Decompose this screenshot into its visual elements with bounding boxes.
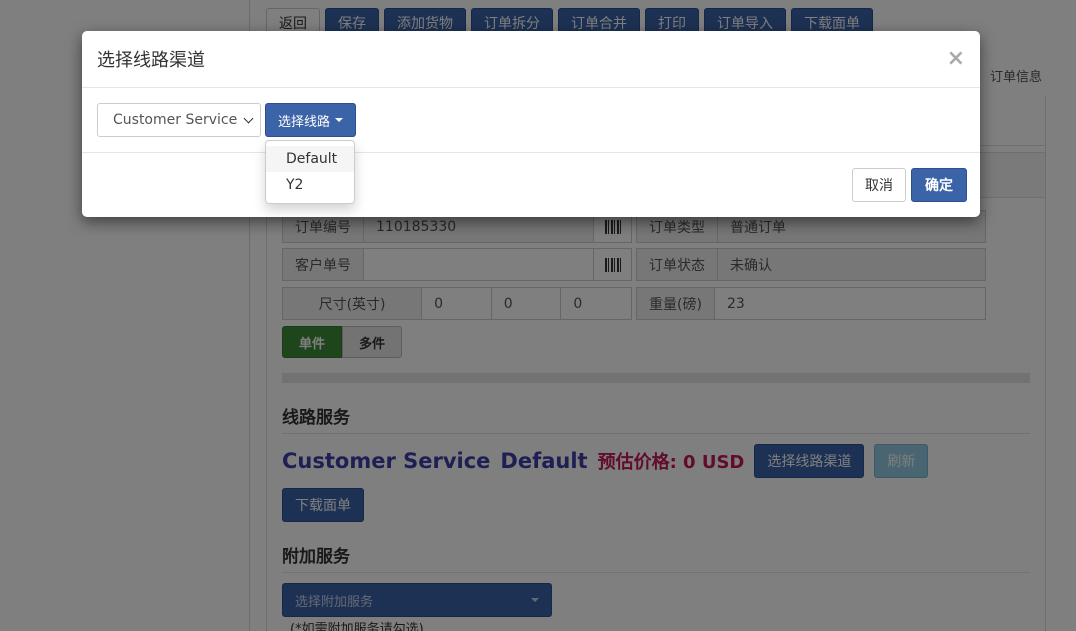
line-option-default[interactable]: Default — [266, 146, 354, 172]
chevron-down-icon — [243, 113, 254, 123]
line-dropdown-menu: Default Y2 — [265, 140, 355, 204]
caret-down-icon — [335, 118, 344, 122]
confirm-button[interactable]: 确定 — [911, 168, 967, 202]
modal-body: Customer Service 选择线路 Default Y2 — [82, 88, 980, 204]
route-select-value: Customer Service — [113, 112, 238, 128]
modal-header: 选择线路渠道 × — [82, 31, 980, 88]
route-select[interactable]: Customer Service — [97, 103, 261, 137]
select-line-dropdown-button[interactable]: 选择线路 — [265, 103, 357, 137]
select-route-modal: 选择线路渠道 × Customer Service 选择线路 Default Y… — [82, 31, 980, 217]
select-line-label: 选择线路 — [278, 114, 331, 130]
modal-title: 选择线路渠道 — [97, 50, 205, 71]
close-icon[interactable]: × — [947, 48, 965, 70]
modal-footer: 取消 确定 — [82, 153, 980, 216]
line-option-y2[interactable]: Y2 — [266, 172, 354, 198]
cancel-button[interactable]: 取消 — [852, 168, 906, 202]
